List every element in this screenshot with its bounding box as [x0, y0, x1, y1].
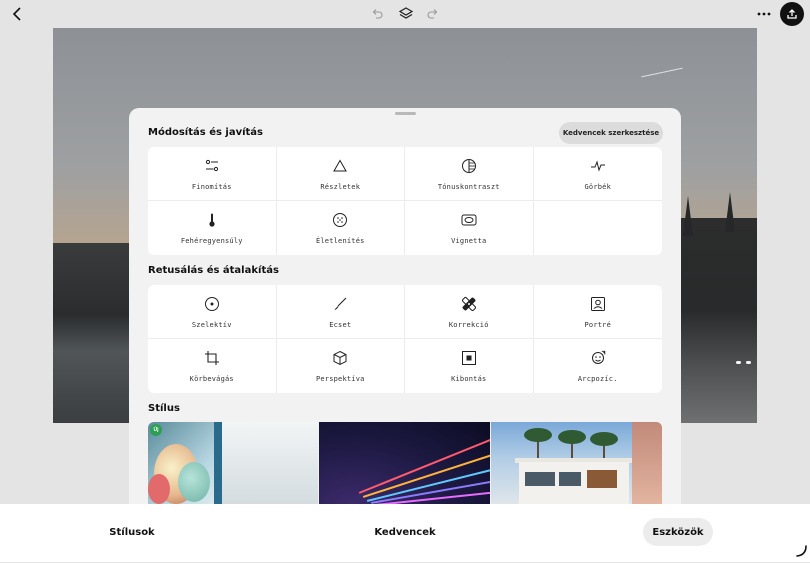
curves-icon: [590, 158, 606, 174]
chevron-left-icon[interactable]: [8, 4, 28, 24]
tool-tonuskontraszt[interactable]: Tónuskontraszt: [405, 147, 534, 201]
right-city: [681, 218, 757, 423]
tool-label: Görbék: [584, 183, 611, 191]
tool-label: Fehéregyensúly: [180, 237, 243, 245]
left-trees: [53, 243, 129, 423]
tool-kibontas[interactable]: Kibontás: [405, 339, 534, 393]
tool-reszletek[interactable]: Részletek: [276, 147, 405, 201]
bottom-navigation: Stílusok Kedvencek Eszközök: [0, 504, 810, 562]
tool-label: Portré: [584, 321, 611, 329]
thumb-shape: [214, 422, 222, 504]
tool-szelektiv[interactable]: Szelektív: [148, 285, 277, 339]
style-thumbnails: Új: [148, 422, 662, 504]
style-thumbnail-balloons[interactable]: Új: [148, 422, 318, 504]
tool-label: Vignetta: [451, 237, 487, 245]
sheet-drag-handle[interactable]: [395, 112, 416, 115]
style-thumbnail-light-trails[interactable]: [319, 422, 490, 504]
thumb-shape: [148, 474, 170, 504]
retouch-tools-grid: Szelektív Ecset Korrekció Portré Körbevá…: [148, 285, 662, 393]
tool-gorbek[interactable]: Görbék: [533, 147, 662, 201]
car-light: [736, 361, 741, 364]
layers-icon[interactable]: [397, 5, 415, 23]
tool-eletlenites[interactable]: Életlenítés: [277, 201, 405, 255]
edit-favorites-button[interactable]: Kedvencek szerkesztése: [559, 122, 663, 144]
thumb-shape: [632, 422, 662, 504]
selective-target-icon: [204, 296, 220, 312]
tonal-contrast-icon: [461, 158, 477, 174]
thumb-shape: [558, 430, 586, 444]
style-thumbnail-modern-house[interactable]: [491, 422, 662, 504]
loading-spinner-icon: [794, 544, 808, 558]
thumb-shape: [525, 472, 555, 486]
tools-sheet: Módosítás és javítás Kedvencek szerkeszt…: [129, 108, 681, 504]
thumb-shape: [222, 422, 318, 504]
tool-label: Arcpozíc.: [577, 375, 618, 383]
church-spire: [725, 192, 735, 232]
tab-favorites[interactable]: Kedvencek: [360, 518, 450, 546]
triangle-icon: [332, 158, 348, 174]
section-title-retouch: Retusálás és átalakítás: [148, 265, 279, 276]
tool-vignetta[interactable]: Vignetta: [405, 201, 534, 255]
perspective-cube-icon: [332, 350, 348, 366]
thermometer-icon: [204, 212, 220, 228]
more-horizontal-icon[interactable]: [754, 4, 774, 24]
redo-icon[interactable]: [425, 6, 441, 22]
tool-label: Körbevágás: [189, 375, 234, 383]
blur-dots-icon: [332, 212, 348, 228]
face-pose-icon: [590, 350, 606, 366]
tool-portre[interactable]: Portré: [533, 285, 662, 339]
tool-perspektiva[interactable]: Perspektíva: [277, 339, 405, 393]
tool-label: Finomítás: [191, 183, 232, 191]
car-light: [746, 361, 751, 364]
thumb-shape: [178, 462, 210, 502]
portrait-icon: [590, 296, 606, 312]
sky-streak: [641, 67, 683, 78]
adjust-tools-grid: Finomítás Részletek Tónuskontraszt Görbé…: [148, 147, 662, 255]
tool-finomitas[interactable]: Finomítás: [148, 147, 277, 201]
section-title-style: Stílus: [148, 403, 180, 414]
top-toolbar: [0, 0, 810, 28]
tool-label: Tónuskontraszt: [437, 183, 500, 191]
thumb-shape: [559, 472, 581, 486]
tool-label: Életlenítés: [315, 237, 365, 245]
tool-korbevagas[interactable]: Körbevágás: [148, 339, 277, 393]
tool-label: Perspektíva: [315, 375, 365, 383]
crop-icon: [204, 350, 220, 366]
empty-cell: [534, 201, 663, 255]
tool-label: Részletek: [320, 183, 361, 191]
section-title-adjust: Módosítás és javítás: [148, 127, 264, 138]
tool-label: Ecset: [329, 321, 352, 329]
thumb-shape: [587, 470, 617, 488]
tool-korrekcio[interactable]: Korrekció: [405, 285, 534, 339]
tune-sliders-icon: [204, 158, 220, 174]
tool-label: Kibontás: [451, 375, 487, 383]
thumb-shape: [590, 432, 618, 446]
new-badge: Új: [150, 424, 162, 436]
tool-label: Szelektív: [191, 321, 232, 329]
church-spire: [683, 196, 693, 236]
thumb-shape: [524, 428, 552, 442]
brush-icon: [332, 296, 348, 312]
vignette-icon: [461, 212, 477, 228]
undo-icon[interactable]: [369, 6, 385, 22]
healing-bandage-icon: [461, 296, 477, 312]
tab-tools[interactable]: Eszközök: [643, 518, 713, 546]
tool-feheregyensuly[interactable]: Fehéregyensúly: [148, 201, 277, 255]
expand-icon: [461, 350, 477, 366]
tab-styles[interactable]: Stílusok: [92, 518, 172, 546]
upload-icon[interactable]: [780, 2, 804, 26]
tool-label: Korrekció: [448, 321, 489, 329]
tool-ecset[interactable]: Ecset: [276, 285, 405, 339]
tool-arcpozic[interactable]: Arcpozíc.: [534, 339, 663, 393]
